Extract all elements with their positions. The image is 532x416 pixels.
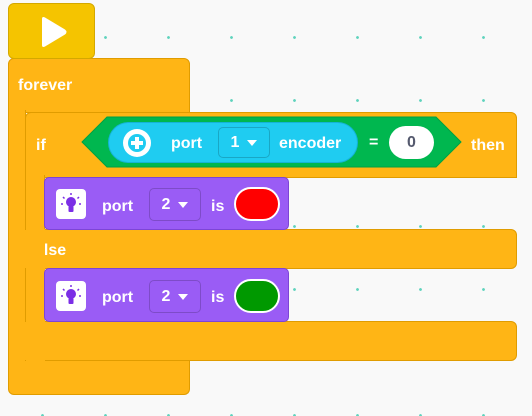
encoder-label: encoder xyxy=(279,135,342,152)
if-label: if xyxy=(36,137,46,154)
port-dropdown[interactable]: 2 xyxy=(149,188,201,221)
lightbulb-icon xyxy=(56,281,86,311)
then-label: then xyxy=(471,137,505,154)
motor-plus-icon xyxy=(123,129,151,157)
start-block[interactable] xyxy=(8,3,95,59)
port-label: port xyxy=(102,198,134,215)
port-dropdown[interactable]: 1 xyxy=(218,127,270,158)
chevron-down-icon xyxy=(178,293,189,300)
color-picker-green[interactable] xyxy=(234,279,280,313)
port-dropdown[interactable]: 2 xyxy=(149,280,201,313)
forever-bottom xyxy=(8,360,190,395)
is-label: is xyxy=(211,198,225,215)
set-light-color-block[interactable]: port 2 is xyxy=(44,268,289,322)
port-label: port xyxy=(102,289,134,306)
chevron-down-icon xyxy=(178,201,189,208)
equals-operator: = xyxy=(369,134,379,151)
port-label: port xyxy=(171,135,203,152)
else-block[interactable]: else xyxy=(25,229,517,269)
play-icon xyxy=(42,17,67,47)
is-label: is xyxy=(211,289,225,306)
if-bottom xyxy=(25,321,517,361)
color-picker-red[interactable] xyxy=(234,187,280,221)
motor-encoder-reporter[interactable]: port 1 encoder xyxy=(108,122,358,163)
chevron-down-icon xyxy=(247,139,258,146)
compare-value-input[interactable]: 0 xyxy=(389,126,434,159)
lightbulb-icon xyxy=(56,189,86,219)
forever-arm xyxy=(8,110,26,365)
forever-block[interactable]: forever xyxy=(8,58,190,113)
set-light-color-block[interactable]: port 2 is xyxy=(44,177,289,230)
forever-label: forever xyxy=(18,77,73,94)
